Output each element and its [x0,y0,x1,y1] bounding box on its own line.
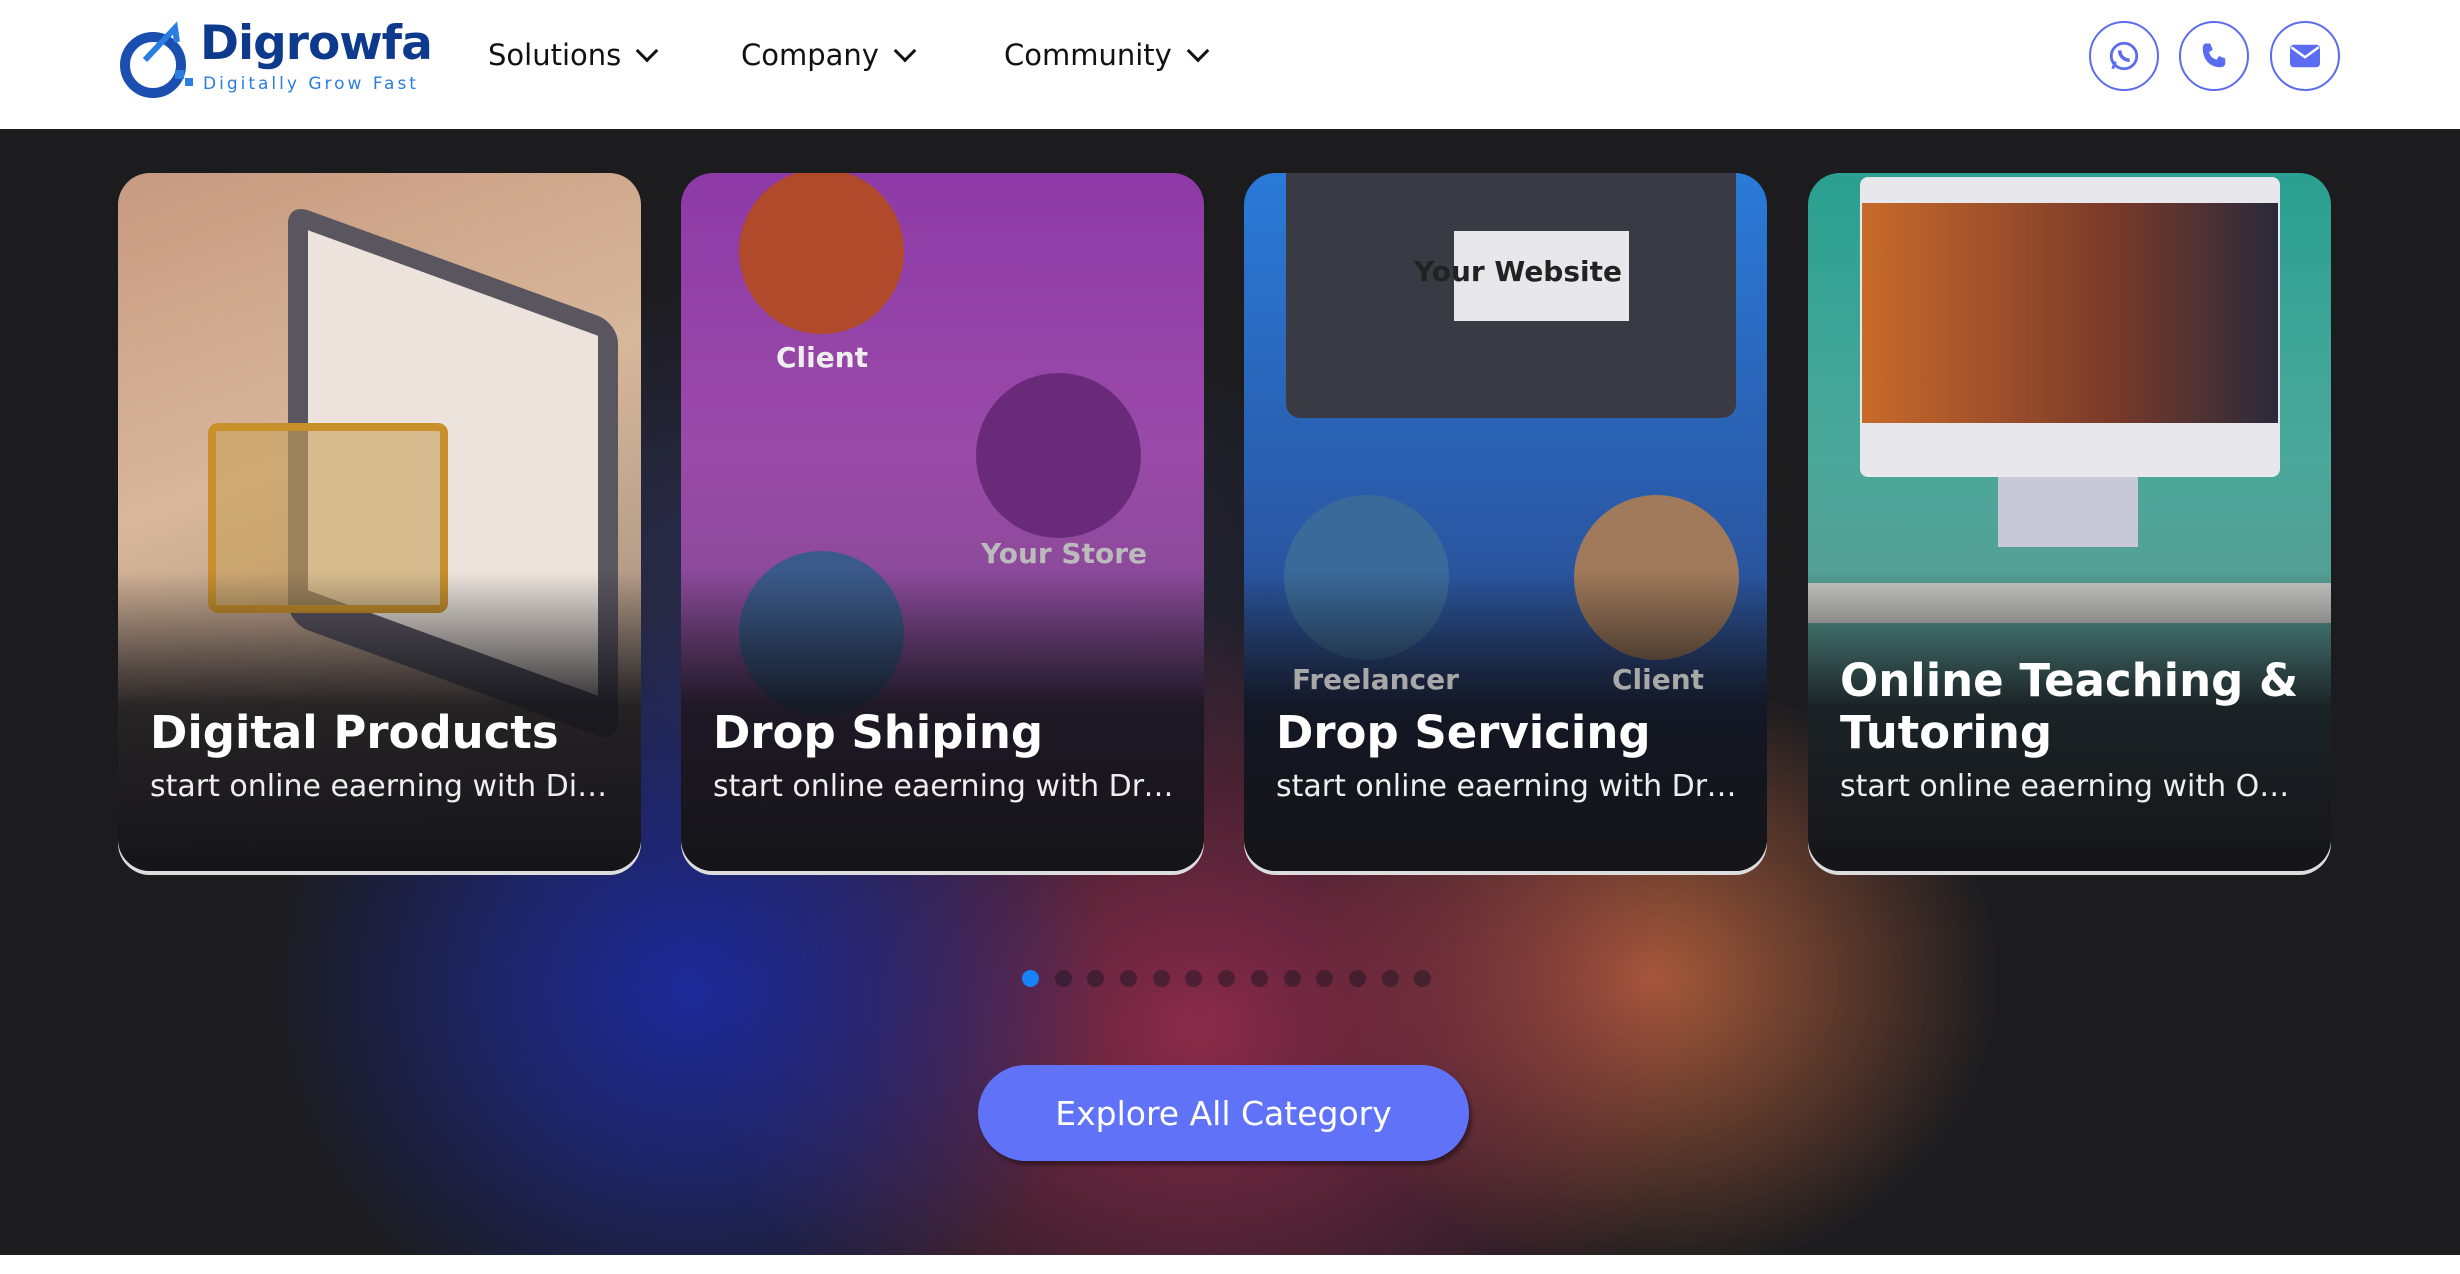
whatsapp-button[interactable] [2089,21,2159,91]
card-subtitle: start online eaerning with Digital Produ… [150,769,611,804]
chevron-down-icon [635,39,659,63]
explore-all-category-button[interactable]: Explore All Category [978,1065,1469,1161]
card-title: Drop Shiping [713,706,1044,759]
card-title: Digital Products [150,706,559,759]
carousel-pagination [1022,970,1432,987]
carousel-dot[interactable] [1283,970,1301,987]
carousel-dot[interactable] [1348,970,1366,987]
logo-mark-icon [120,21,193,98]
art-label: Your Website [1414,255,1622,288]
chevron-down-icon [1186,39,1210,63]
carousel-dot[interactable] [1120,970,1138,987]
category-card-drop-shiping[interactable]: Client Your Store Drop Shiping start onl… [681,173,1204,871]
card-subtitle: start online eaerning with Online Teachi… [1840,769,2301,804]
art-label: Client [1612,663,1705,696]
phone-icon [2202,43,2226,68]
mail-button[interactable] [2270,21,2340,91]
nav-community[interactable]: Community [1004,38,1210,72]
whatsapp-icon [2109,41,2139,71]
art-label: Freelancer [1292,663,1459,696]
carousel-dot[interactable] [1054,970,1072,987]
nav-label: Solutions [488,38,622,72]
logo-tagline: Digitally Grow Fast [203,74,419,94]
carousel-dot[interactable] [1381,970,1399,987]
nav-solutions[interactable]: Solutions [488,38,659,72]
chevron-down-icon [893,39,917,63]
carousel-dot[interactable] [1185,970,1203,987]
phone-button[interactable] [2179,21,2249,91]
carousel-dot[interactable] [1250,970,1268,987]
category-card-online-teaching[interactable]: Online Teaching & Tutoring start online … [1808,173,2331,871]
logo-name: Digrowfa [200,16,433,71]
carousel-dot[interactable] [1152,970,1170,987]
carousel-dot[interactable] [1218,970,1236,987]
card-subtitle: start online eaerning with Drop Shiping [713,769,1174,804]
carousel-dot[interactable] [1414,970,1432,987]
nav-label: Company [741,38,879,72]
nav-label: Community [1004,38,1172,72]
card-title: Online Teaching & Tutoring [1840,654,2299,759]
carousel-dot[interactable] [1087,970,1105,987]
art-label: Your Store [981,537,1148,570]
logo[interactable]: Digrowfa Digitally Grow Fast [115,16,433,100]
category-card-digital-products[interactable]: Digital Products start online eaerning w… [118,173,641,871]
mail-icon [2290,44,2320,68]
card-title: Drop Servicing [1276,706,1651,759]
site-header: Digrowfa Digitally Grow Fast Solutions C… [0,0,2460,129]
carousel-dot[interactable] [1022,970,1039,987]
nav-company[interactable]: Company [741,38,917,72]
carousel-dot[interactable] [1316,970,1334,987]
art-label: Client [776,341,869,374]
card-subtitle: start online eaerning with Drop Servicin… [1276,769,1737,804]
category-card-drop-servicing[interactable]: Your Website Freelancer Client Drop Serv… [1244,173,1767,871]
